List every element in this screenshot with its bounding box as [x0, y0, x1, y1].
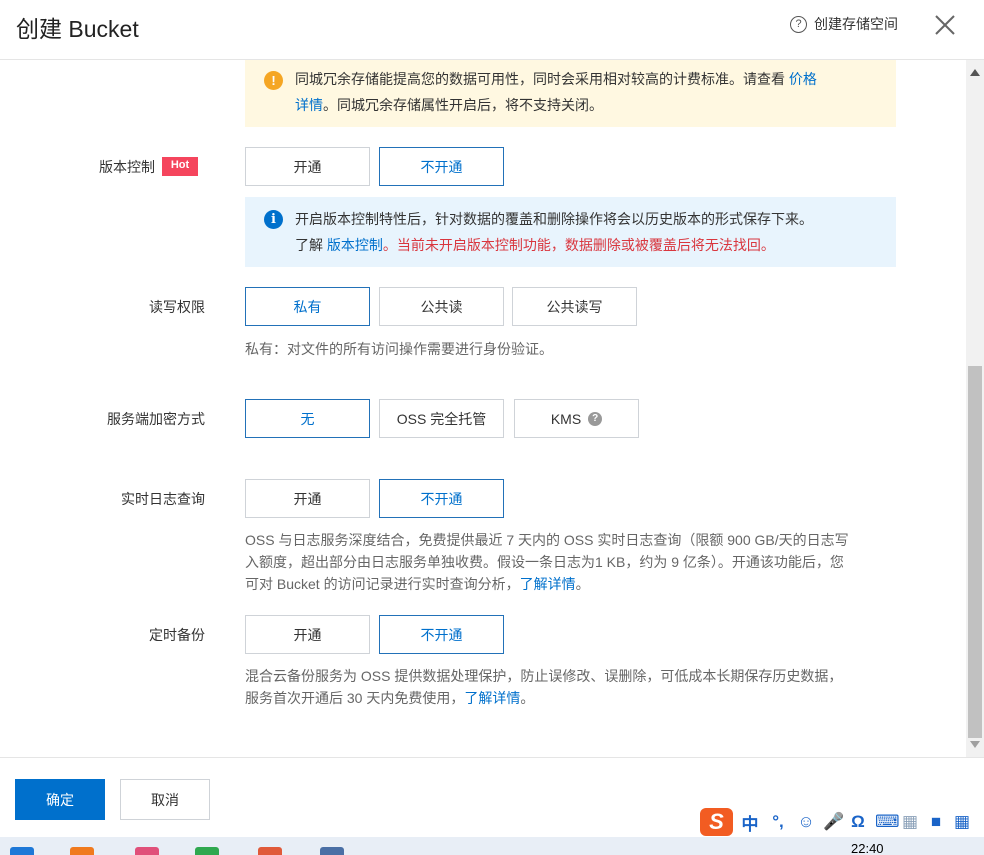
kms-label: KMS — [550, 410, 582, 427]
realtime-log-description: OSS 与日志服务深度结合，免费提供最近 7 天内的 OSS 实时日志查询（限额… — [245, 532, 849, 592]
versioning-info: i 开启版本控制特性后，针对数据的覆盖和删除操作将会以历史版本的形式保存下来。 … — [245, 197, 896, 267]
user-card-icon[interactable]: ▦ — [901, 812, 919, 832]
acl-description: 私有：对文件的所有访问操作需要进行身份验证。 — [245, 341, 553, 357]
help-link-label: 创建存储空间 — [814, 16, 898, 32]
acl-label: 读写权限 — [149, 299, 205, 315]
ime-mode-toggle[interactable]: 中 — [741, 810, 759, 835]
versioning-doc-link[interactable]: 版本控制 — [327, 237, 383, 253]
dialog-body: ! 同城冗余存储能提高您的数据可用性，同时会采用相对较高的计费标准。请查看 价格… — [0, 60, 966, 757]
ime-toolbar: S 中 °, ☺ 🎤 Ω ⌨ ▦ ■ ▦ — [696, 806, 984, 838]
question-icon[interactable]: ? — [588, 411, 603, 426]
redundancy-warning-text: 同城冗余存储能提高您的数据可用性，同时会采用相对较高的计费标准。请查看 价格 详… — [295, 71, 817, 113]
backup-option-enable[interactable]: 开通 — [245, 615, 370, 654]
versioning-label: 版本控制 — [99, 159, 155, 175]
taskbar-app-icon[interactable] — [195, 847, 219, 855]
taskbar-app-icon[interactable] — [320, 847, 344, 855]
taskbar-app-icon[interactable] — [10, 847, 34, 855]
versioning-option-disable[interactable]: 不开通 — [379, 147, 504, 186]
taskbar-app-icon[interactable] — [70, 847, 94, 855]
scroll-down-arrow-icon[interactable] — [966, 737, 984, 751]
backup-option-disable[interactable]: 不开通 — [379, 615, 504, 654]
close-icon[interactable] — [932, 12, 958, 38]
realtime-log-learn-more-link[interactable]: 了解详情 — [520, 576, 576, 592]
cancel-button[interactable]: 取消 — [120, 779, 210, 820]
help-link[interactable]: ? 创建存储空间 — [790, 14, 898, 34]
acl-option-private[interactable]: 私有 — [245, 287, 370, 326]
backup-description: 混合云备份服务为 OSS 提供数据处理保护，防止误修改、误删除，可低成本长期保存… — [245, 668, 843, 706]
acl-option-public-read[interactable]: 公共读 — [379, 287, 504, 326]
taskbar-clock: 22:40 — [851, 841, 884, 855]
realtime-log-label: 实时日志查询 — [121, 491, 205, 507]
taskbar-app-icon[interactable] — [258, 847, 282, 855]
keyboard-icon[interactable]: ⌨ — [875, 812, 900, 832]
realtime-log-option-enable[interactable]: 开通 — [245, 479, 370, 518]
backup-label: 定时备份 — [149, 627, 205, 643]
dialog-header: 创建 Bucket ? 创建存储空间 — [0, 0, 984, 60]
symbol-omega-icon[interactable]: Ω — [849, 812, 867, 832]
scrollbar[interactable] — [966, 60, 984, 757]
encryption-label: 服务端加密方式 — [107, 411, 205, 427]
info-icon: i — [264, 210, 283, 229]
microphone-icon[interactable]: 🎤 — [823, 812, 844, 832]
encryption-option-kms[interactable]: KMS ? — [514, 399, 639, 438]
encryption-option-none[interactable]: 无 — [245, 399, 370, 438]
help-circle-icon: ? — [790, 15, 807, 33]
ime-punctuation-toggle[interactable]: °, — [767, 812, 789, 832]
realtime-log-option-disable[interactable]: 不开通 — [379, 479, 504, 518]
skin-shirt-icon[interactable]: ■ — [927, 812, 945, 832]
taskbar-app-icon[interactable] — [135, 847, 159, 855]
hot-badge: Hot — [162, 157, 198, 176]
pricing-link[interactable]: 价格 — [789, 71, 817, 87]
pricing-details-link[interactable]: 详情 — [295, 97, 323, 113]
sogou-logo-icon[interactable]: S — [700, 808, 733, 836]
dialog-title: 创建 Bucket — [16, 16, 139, 42]
redundancy-warning: ! 同城冗余存储能提高您的数据可用性，同时会采用相对较高的计费标准。请查看 价格… — [245, 60, 896, 127]
toolbox-grid-icon[interactable]: ▦ — [953, 812, 971, 832]
versioning-info-text: 开启版本控制特性后，针对数据的覆盖和删除操作将会以历史版本的形式保存下来。 了解… — [295, 211, 813, 253]
scroll-thumb[interactable] — [968, 366, 982, 738]
warning-icon: ! — [264, 71, 283, 90]
confirm-button[interactable]: 确定 — [15, 779, 105, 820]
scroll-up-arrow-icon[interactable] — [966, 66, 984, 80]
taskbar: 22:40 — [0, 837, 984, 855]
versioning-option-enable[interactable]: 开通 — [245, 147, 370, 186]
backup-learn-more-link[interactable]: 了解详情 — [464, 690, 520, 706]
acl-option-public-read-write[interactable]: 公共读写 — [512, 287, 637, 326]
emoji-icon[interactable]: ☺ — [797, 812, 815, 832]
encryption-option-oss-managed[interactable]: OSS 完全托管 — [379, 399, 504, 438]
